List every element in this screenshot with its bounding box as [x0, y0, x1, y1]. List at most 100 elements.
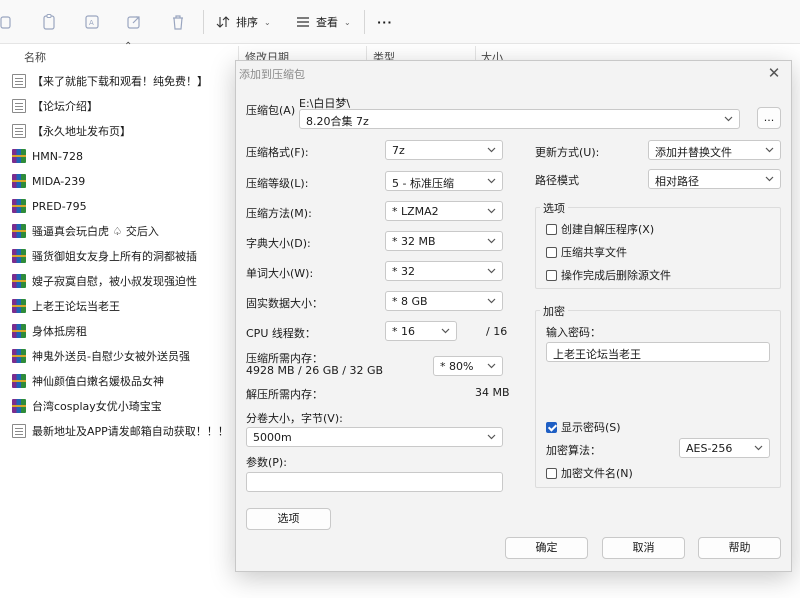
archive-icon [12, 174, 26, 188]
solid-block-select[interactable]: * 8 GB [385, 291, 503, 311]
format-select[interactable]: 7z [385, 140, 503, 160]
text-file-icon [12, 424, 26, 438]
word-size-label: 单词大小(W): [246, 267, 314, 280]
encrypt-filenames-checkbox[interactable]: 加密文件名(N) [546, 465, 633, 481]
view-button[interactable]: 查看 ⌄ [296, 13, 351, 31]
compress-shared-checkbox[interactable]: 压缩共享文件 [546, 244, 627, 260]
chevron-down-icon [486, 295, 497, 306]
dictionary-label: 字典大小(D): [246, 237, 311, 250]
delete-after-checkbox[interactable]: 操作完成后删除源文件 [546, 267, 671, 283]
archive-name-combobox[interactable]: 8.20合集 7z [299, 109, 740, 129]
password-input[interactable]: 上老王论坛当老王 [546, 342, 770, 362]
file-row[interactable]: PRED-795 [12, 195, 87, 217]
compress-memory-value: 4928 MB / 26 GB / 32 GB [246, 364, 384, 377]
method-value: * LZMA2 [392, 205, 439, 218]
show-password-checkbox[interactable]: 显示密码(S) [546, 419, 621, 435]
split-size-value: 5000m [253, 431, 292, 444]
file-row[interactable]: 台湾cosplay女优小琦宝宝 [12, 395, 162, 417]
dictionary-select[interactable]: * 32 MB [385, 231, 503, 251]
options-group-title: 选项 [540, 200, 568, 216]
file-row[interactable]: 身体抵房租 [12, 320, 87, 342]
add-to-archive-dialog: 添加到压缩包 ✕ 压缩包(A) E:\白日梦\ 8.20合集 7z ... 压缩… [235, 60, 792, 572]
chevron-down-icon [486, 205, 497, 216]
cpu-threads-select[interactable]: * 16 [385, 321, 457, 341]
file-row[interactable]: 神鬼外送员-自慰少女被外送员强 [12, 345, 190, 367]
browse-button[interactable]: ... [757, 107, 781, 129]
file-name: 上老王论坛当老王 [32, 300, 120, 313]
paste-icon[interactable] [41, 13, 57, 31]
cpu-threads-value: * 16 [392, 325, 415, 338]
svg-text:A: A [89, 19, 94, 27]
file-name: 台湾cosplay女优小琦宝宝 [32, 400, 162, 413]
file-row[interactable]: HMN-728 [12, 145, 83, 167]
split-size-combobox[interactable]: 5000m [246, 427, 503, 447]
sort-ascending-icon: ⌃ [124, 41, 133, 52]
chevron-down-icon [486, 431, 497, 442]
file-row[interactable]: 【论坛介绍】 [12, 95, 98, 117]
encrypt-filenames-label: 加密文件名(N) [561, 467, 633, 480]
file-row[interactable]: 嫂子寂寞自慰，被小叔发现强迫性 [12, 270, 197, 292]
memory-percent-value: * 80% [440, 360, 474, 373]
path-mode-select[interactable]: 相对路径 [648, 169, 781, 189]
checkbox-box [546, 467, 557, 479]
file-row[interactable]: 上老王论坛当老王 [12, 295, 120, 317]
rename-icon[interactable]: A [84, 13, 100, 31]
path-mode-label: 路径模式 [535, 174, 579, 187]
copy-icon[interactable] [0, 13, 16, 31]
encryption-method-value: AES-256 [686, 442, 733, 455]
file-row[interactable]: 骚逼真会玩白虎 ♤ 交后入 [12, 220, 159, 242]
decompress-memory-value: 34 MB [475, 386, 510, 399]
help-button[interactable]: 帮助 [698, 537, 781, 559]
chevron-down-icon [486, 175, 497, 186]
close-icon[interactable]: ✕ [763, 63, 785, 83]
column-header-name[interactable]: 名称 [24, 49, 46, 65]
word-size-value: * 32 [392, 265, 415, 278]
cpu-threads-label: CPU 线程数： [246, 327, 316, 340]
text-file-icon [12, 99, 26, 113]
sort-button[interactable]: 排序 ⌄ [216, 13, 271, 31]
view-icon [297, 17, 309, 27]
cancel-button[interactable]: 取消 [602, 537, 685, 559]
file-row[interactable]: 【永久地址发布页】 [12, 120, 131, 142]
ok-button[interactable]: 确定 [505, 537, 588, 559]
file-name: 嫂子寂寞自慰，被小叔发现强迫性 [32, 275, 197, 288]
parameters-input[interactable] [246, 472, 503, 492]
chevron-down-icon [753, 442, 764, 453]
file-name: PRED-795 [32, 199, 87, 213]
method-select[interactable]: * LZMA2 [385, 201, 503, 221]
file-name: HMN-728 [32, 149, 83, 163]
file-row[interactable]: MIDA-239 [12, 170, 85, 192]
chevron-down-icon: ⌄ [264, 17, 271, 27]
chevron-down-icon [764, 144, 775, 155]
dialog-title: 添加到压缩包 [239, 68, 305, 81]
chevron-down-icon [486, 235, 497, 246]
encryption-group-title: 加密 [540, 303, 568, 319]
file-name: 【来了就能下载和观看！纯免费！】 [32, 75, 208, 88]
update-mode-select[interactable]: 添加并替换文件 [648, 140, 781, 160]
file-row[interactable]: 【来了就能下载和观看！纯免费！】 [12, 70, 208, 92]
word-size-select[interactable]: * 32 [385, 261, 503, 281]
archive-icon [12, 199, 26, 213]
encryption-method-select[interactable]: AES-256 [679, 438, 770, 458]
text-file-icon [12, 74, 26, 88]
encryption-method-label: 加密算法： [546, 444, 601, 457]
create-sfx-label: 创建自解压程序(X) [561, 223, 655, 236]
archive-name-value: 8.20合集 7z [306, 115, 369, 128]
toolbar-separator [364, 10, 365, 34]
archive-icon [12, 349, 26, 363]
file-row[interactable]: 神仙颜值白嫩名媛极品女神 [12, 370, 164, 392]
format-label: 压缩格式(F): [246, 146, 309, 159]
create-sfx-checkbox[interactable]: 创建自解压程序(X) [546, 221, 654, 237]
options-button[interactable]: 选项 [246, 508, 331, 530]
level-select[interactable]: 5 - 标准压缩 [385, 171, 503, 191]
show-password-label: 显示密码(S) [561, 421, 621, 434]
share-icon[interactable] [126, 13, 142, 31]
file-row[interactable]: 最新地址及APP请发邮箱自动获取！！！ [12, 420, 229, 442]
compress-shared-label: 压缩共享文件 [561, 246, 627, 259]
more-options-button[interactable]: ··· [377, 13, 393, 31]
decompress-memory-label: 解压所需内存： [246, 388, 323, 401]
file-row[interactable]: 骚货御姐女友身上所有的洞都被插 [12, 245, 197, 267]
delete-icon[interactable] [170, 13, 186, 31]
memory-percent-select[interactable]: * 80% [433, 356, 503, 376]
update-mode-label: 更新方式(U): [535, 146, 600, 159]
